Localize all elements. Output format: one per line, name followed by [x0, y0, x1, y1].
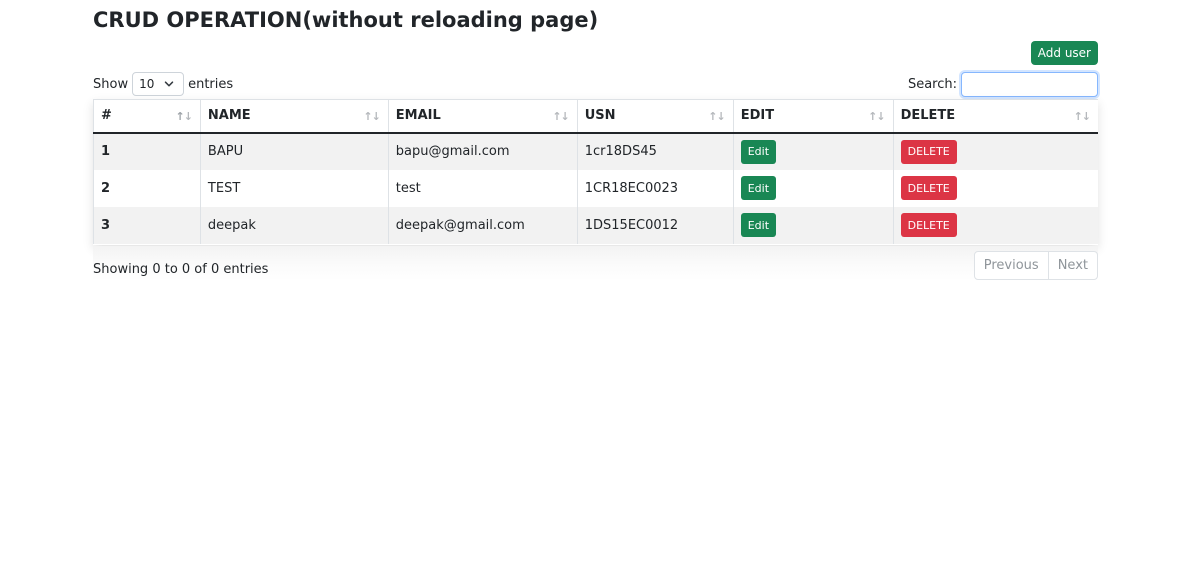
- cell-email: bapu@gmail.com: [388, 132, 578, 170]
- cell-delete: DELETE: [893, 133, 1098, 170]
- sort-icon: ↑↓: [1073, 110, 1091, 123]
- edit-button[interactable]: Edit: [740, 139, 777, 164]
- table-header-row: # ↑↓ NAME ↑↓ EMAIL ↑↓ USN ↑↓ EDIT ↑↓ DELETE ↑↓: [93, 99, 1098, 133]
- column-header-delete[interactable]: DELETE ↑↓: [893, 100, 1098, 133]
- previous-page-button[interactable]: Previous: [975, 252, 1048, 279]
- cell-delete: DELETE: [893, 207, 1098, 244]
- edit-button[interactable]: Edit: [740, 213, 777, 237]
- sort-icon: ↑↓: [363, 110, 380, 123]
- edit-button[interactable]: Edit: [740, 176, 777, 200]
- delete-button[interactable]: DELETE: [900, 213, 957, 237]
- entries-label: entries: [188, 76, 234, 92]
- cell-email: test: [388, 169, 578, 207]
- cell-usn: 1cr18DS45: [577, 132, 734, 170]
- cell-delete: DELETE: [893, 170, 1098, 207]
- add-user-button[interactable]: Add user: [1030, 41, 1098, 65]
- cell-name: BAPU: [200, 132, 389, 170]
- column-header-id[interactable]: # ↑↓: [93, 99, 201, 133]
- column-header-email[interactable]: EMAIL ↑↓: [388, 99, 578, 133]
- table-row: 1 BAPU bapu@gmail.com 1cr18DS45 Edit DEL…: [93, 132, 1098, 170]
- cell-usn: 1DS15EC0012: [577, 206, 734, 244]
- show-label: Show: [93, 76, 129, 92]
- pagination: Previous Next: [973, 251, 1098, 280]
- column-header-usn[interactable]: USN ↑↓: [577, 99, 734, 133]
- sort-icon: ↑↓: [552, 110, 569, 123]
- users-table: # ↑↓ NAME ↑↓ EMAIL ↑↓ USN ↑↓ EDIT ↑↓ DELETE ↑↓…: [93, 99, 1098, 244]
- cell-id: 2: [93, 169, 201, 207]
- table-info: Showing 0 to 0 of 0 entries: [93, 262, 269, 277]
- cell-email: deepak@gmail.com: [388, 206, 578, 244]
- cell-edit: Edit: [733, 132, 894, 170]
- column-header-edit[interactable]: EDIT ↑↓: [733, 99, 894, 133]
- delete-button[interactable]: DELETE: [900, 176, 957, 200]
- sort-icon: ↑↓: [175, 110, 192, 123]
- search-control: Search:: [907, 71, 1098, 97]
- cell-edit: Edit: [733, 206, 894, 244]
- delete-button[interactable]: DELETE: [900, 139, 957, 164]
- chevron-down-icon: [164, 81, 174, 87]
- search-label: Search:: [907, 76, 957, 92]
- cell-name: deepak: [200, 206, 389, 244]
- cell-id: 3: [93, 206, 201, 244]
- cell-id: 1: [93, 132, 201, 170]
- cell-usn: 1CR18EC0023: [577, 169, 734, 207]
- entries-select[interactable]: 10: [132, 72, 185, 96]
- sort-icon: ↑↓: [868, 110, 885, 123]
- search-input[interactable]: [961, 71, 1098, 97]
- cell-edit: Edit: [733, 169, 894, 207]
- entries-select-value: 10: [139, 77, 155, 91]
- column-header-name[interactable]: NAME ↑↓: [200, 99, 389, 133]
- sort-icon: ↑↓: [708, 110, 725, 123]
- cell-name: TEST: [200, 169, 389, 207]
- entries-length-control: Show 10 entries: [93, 72, 233, 96]
- next-page-button[interactable]: Next: [1047, 252, 1097, 279]
- table-row: 3 deepak deepak@gmail.com 1DS15EC0012 Ed…: [93, 206, 1098, 244]
- table-row: 2 TEST test 1CR18EC0023 Edit DELETE: [93, 169, 1098, 207]
- page-title: CRUD OPERATION(without reloading page): [93, 8, 599, 32]
